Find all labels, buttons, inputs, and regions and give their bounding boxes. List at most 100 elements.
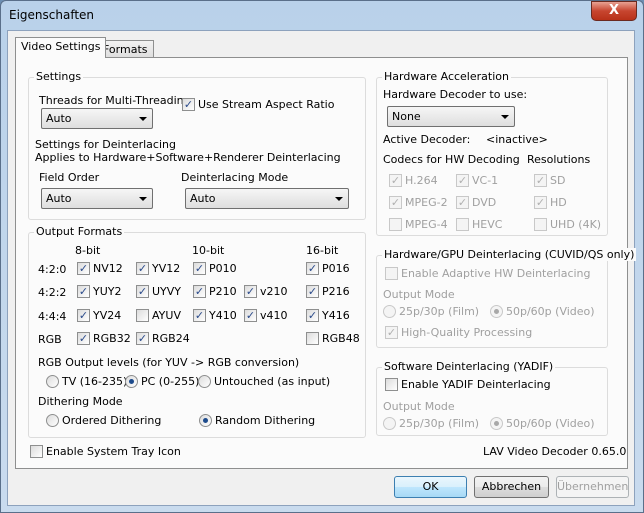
checkbox-icon[interactable]: ✓ [193, 262, 206, 275]
format-checkbox-v410[interactable]: ✓ v410 [244, 309, 288, 322]
radio-icon[interactable] [490, 305, 503, 318]
format-checkbox-p216[interactable]: ✓ P216 [306, 285, 350, 298]
format-checkbox-nv12[interactable]: ✓ NV12 [77, 262, 123, 275]
checkbox-icon[interactable]: ✓ [534, 174, 547, 187]
rgb-level-radio[interactable]: TV (16-235) [46, 375, 127, 388]
format-checkbox-rgb24[interactable]: ✓ RGB24 [136, 332, 190, 345]
apply-button[interactable]: Übernehmen [556, 476, 629, 498]
format-checkbox-rgb32[interactable]: ✓ RGB32 [77, 332, 131, 345]
checkbox-icon[interactable]: ✓ [456, 174, 469, 187]
checkbox-icon[interactable]: ✓ [534, 196, 547, 209]
checkbox-icon[interactable]: ✓ [306, 309, 319, 322]
format-checkbox-uyvy[interactable]: ✓ UYVY [136, 285, 181, 298]
checkbox-icon[interactable]: ✓ [244, 285, 257, 298]
format-checkbox-yv12[interactable]: ✓ YV12 [136, 262, 180, 275]
format-checkbox-y416[interactable]: ✓ Y416 [306, 309, 350, 322]
ok-button[interactable]: OK [394, 476, 467, 498]
format-checkbox-yuy2[interactable]: ✓ YUY2 [77, 285, 122, 298]
format-checkbox-rgb48[interactable]: RGB48 [306, 332, 360, 345]
checkbox-icon[interactable]: ✓ [456, 196, 469, 209]
checkbox-icon[interactable] [389, 218, 402, 231]
radio-icon[interactable] [46, 375, 59, 388]
rgb-level-radio[interactable]: Untouched (as input) [198, 375, 330, 388]
use-stream-aspect-checkbox-label: Use Stream Aspect Ratio [198, 98, 335, 111]
checkbox-icon[interactable]: ✓ [244, 309, 257, 322]
format-checkbox-yuy2-label: YUY2 [93, 285, 122, 298]
radio-icon[interactable] [490, 417, 503, 430]
radio-icon[interactable] [46, 414, 59, 427]
checkbox-icon[interactable]: ✓ [77, 262, 90, 275]
chevron-down-icon [139, 197, 147, 201]
resolution-checkbox[interactable]: ✓ SD [534, 174, 565, 187]
checkbox-icon[interactable] [306, 332, 319, 345]
checkbox-icon[interactable]: ✓ [193, 285, 206, 298]
checkbox-icon[interactable]: ✓ [77, 332, 90, 345]
checkbox-icon[interactable]: ✓ [389, 196, 402, 209]
checkbox-icon[interactable]: ✓ [193, 309, 206, 322]
checkbox-icon[interactable] [385, 267, 398, 280]
codec-checkbox[interactable]: HEVC [456, 218, 502, 231]
codec-checkbox[interactable]: ✓ H.264 [389, 174, 438, 187]
checkbox-icon[interactable]: ✓ [136, 262, 149, 275]
format-checkbox-p016[interactable]: ✓ P016 [306, 262, 350, 275]
format-checkbox-p210[interactable]: ✓ P210 [193, 285, 237, 298]
cancel-button[interactable]: Abbrechen [474, 476, 549, 498]
radio-icon[interactable] [125, 375, 138, 388]
sw-output-mode-radio[interactable]: 25p/30p (Film) [383, 417, 479, 430]
system-tray-checkbox[interactable]: Enable System Tray Icon [30, 445, 181, 458]
checkbox-icon[interactable] [385, 378, 398, 391]
hw-decoder-select[interactable]: None [387, 106, 515, 127]
radio-icon[interactable] [383, 417, 396, 430]
codec-checkbox-label: MPEG-4 [405, 218, 448, 231]
resolution-checkbox[interactable]: ✓ HD [534, 196, 567, 209]
radio-icon[interactable] [383, 305, 396, 318]
checkbox-icon[interactable]: ✓ [385, 326, 398, 339]
checkbox-icon[interactable]: ✓ [136, 285, 149, 298]
format-checkbox-p216-label: P216 [322, 285, 350, 298]
format-checkbox-p010[interactable]: ✓ P010 [193, 262, 237, 275]
codec-checkbox[interactable]: ✓ VC-1 [456, 174, 498, 187]
checkbox-icon[interactable]: ✓ [77, 285, 90, 298]
format-row-label: RGB [38, 333, 62, 346]
resolution-checkbox[interactable]: UHD (4K) [534, 218, 601, 231]
checkbox-icon[interactable]: ✓ [77, 309, 90, 322]
hw-output-mode-radio-label: 25p/30p (Film) [399, 305, 480, 318]
use-stream-aspect-checkbox[interactable]: ✓ Use Stream Aspect Ratio [182, 98, 334, 111]
format-checkbox-yv24[interactable]: ✓ YV24 [77, 309, 121, 322]
resolution-checkbox-label: UHD (4K) [550, 218, 602, 231]
checkbox-icon[interactable]: ✓ [306, 262, 319, 275]
deint-mode-select[interactable]: Auto [185, 188, 349, 209]
radio-icon[interactable] [199, 414, 212, 427]
checkbox-icon[interactable]: ✓ [136, 332, 149, 345]
threads-select[interactable]: Auto [41, 108, 153, 129]
hw-output-mode-radio[interactable]: 50p/60p (Video) [490, 305, 595, 318]
radio-icon[interactable] [198, 375, 211, 388]
close-button[interactable]: X [591, 1, 637, 21]
tab-video-settings[interactable]: Video Settings [15, 37, 107, 58]
checkbox-icon[interactable] [136, 309, 149, 322]
checkbox-icon[interactable] [456, 218, 469, 231]
checkbox-icon[interactable]: ✓ [389, 174, 402, 187]
checkbox-icon[interactable]: ✓ [182, 98, 195, 111]
codec-checkbox[interactable]: MPEG-4 [389, 218, 448, 231]
checkbox-icon[interactable]: ✓ [306, 285, 319, 298]
sw-output-mode-radio[interactable]: 50p/60p (Video) [490, 417, 595, 430]
format-checkbox-y410[interactable]: ✓ Y410 [193, 309, 237, 322]
format-row-label: 4:2:0 [38, 263, 67, 276]
hw-output-mode-radio[interactable]: 25p/30p (Film) [383, 305, 479, 318]
format-checkbox-v210[interactable]: ✓ v210 [244, 285, 288, 298]
adaptive-hw-deint-checkbox[interactable]: Enable Adaptive HW Deinterlacing [385, 267, 591, 280]
checkbox-icon[interactable] [30, 445, 43, 458]
threads-label: Threads for Multi-Threading [39, 94, 191, 107]
codec-checkbox[interactable]: ✓ DVD [456, 196, 496, 209]
field-order-select[interactable]: Auto [41, 188, 153, 209]
format-checkbox-ayuv[interactable]: AYUV [136, 309, 181, 322]
codec-checkbox[interactable]: ✓ MPEG-2 [389, 196, 448, 209]
bit-depth-header: 8-bit [75, 244, 101, 257]
hq-processing-checkbox[interactable]: ✓ High-Quality Processing [385, 326, 532, 339]
dither-radio[interactable]: Random Dithering [199, 414, 315, 427]
checkbox-icon[interactable] [534, 218, 547, 231]
dither-radio[interactable]: Ordered Dithering [46, 414, 161, 427]
rgb-level-radio[interactable]: PC (0-255) [125, 375, 199, 388]
yadif-checkbox[interactable]: Enable YADIF Deinterlacing [385, 378, 551, 391]
